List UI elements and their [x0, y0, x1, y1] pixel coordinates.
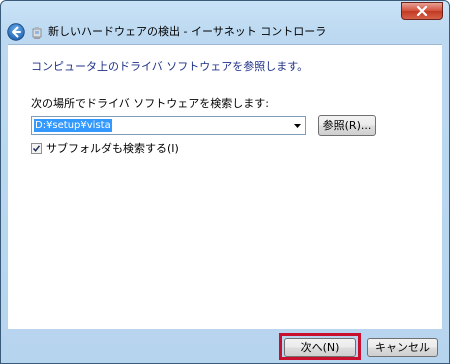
back-button[interactable]	[7, 23, 25, 41]
next-button[interactable]: 次へ(N)	[284, 338, 356, 357]
search-location-combobox[interactable]: D:¥setup¥vista	[31, 116, 306, 135]
check-icon	[32, 145, 41, 152]
close-button[interactable]	[401, 2, 443, 20]
combobox-dropdown-button[interactable]	[290, 117, 305, 134]
dialog-window: 新しいハードウェアの検出 - イーサネット コントローラ コンピュータ上のドライ…	[0, 0, 450, 364]
cancel-button[interactable]: キャンセル	[367, 338, 438, 357]
network-device-icon	[32, 25, 42, 39]
search-location-label: 次の場所でドライバ ソフトウェアを検索します:	[31, 97, 269, 110]
window-title: 新しいハードウェアの検出 - イーサネット コントローラ	[48, 25, 327, 38]
content-panel: コンピュータ上のドライバ ソフトウェアを参照します。 次の場所でドライバ ソフト…	[8, 44, 442, 329]
page-heading: コンピュータ上のドライバ ソフトウェアを参照します。	[31, 60, 309, 73]
search-location-value[interactable]: D:¥setup¥vista	[34, 119, 112, 132]
browse-button[interactable]: 参照(R)...	[318, 115, 376, 136]
dialog-footer: 次へ(N) キャンセル	[1, 328, 449, 364]
include-subfolders-checkbox[interactable]	[31, 143, 42, 154]
close-icon	[416, 6, 428, 16]
chevron-down-icon	[294, 123, 301, 128]
include-subfolders-label[interactable]: サブフォルダも検索する(I)	[46, 142, 179, 156]
back-arrow-icon	[7, 23, 25, 41]
